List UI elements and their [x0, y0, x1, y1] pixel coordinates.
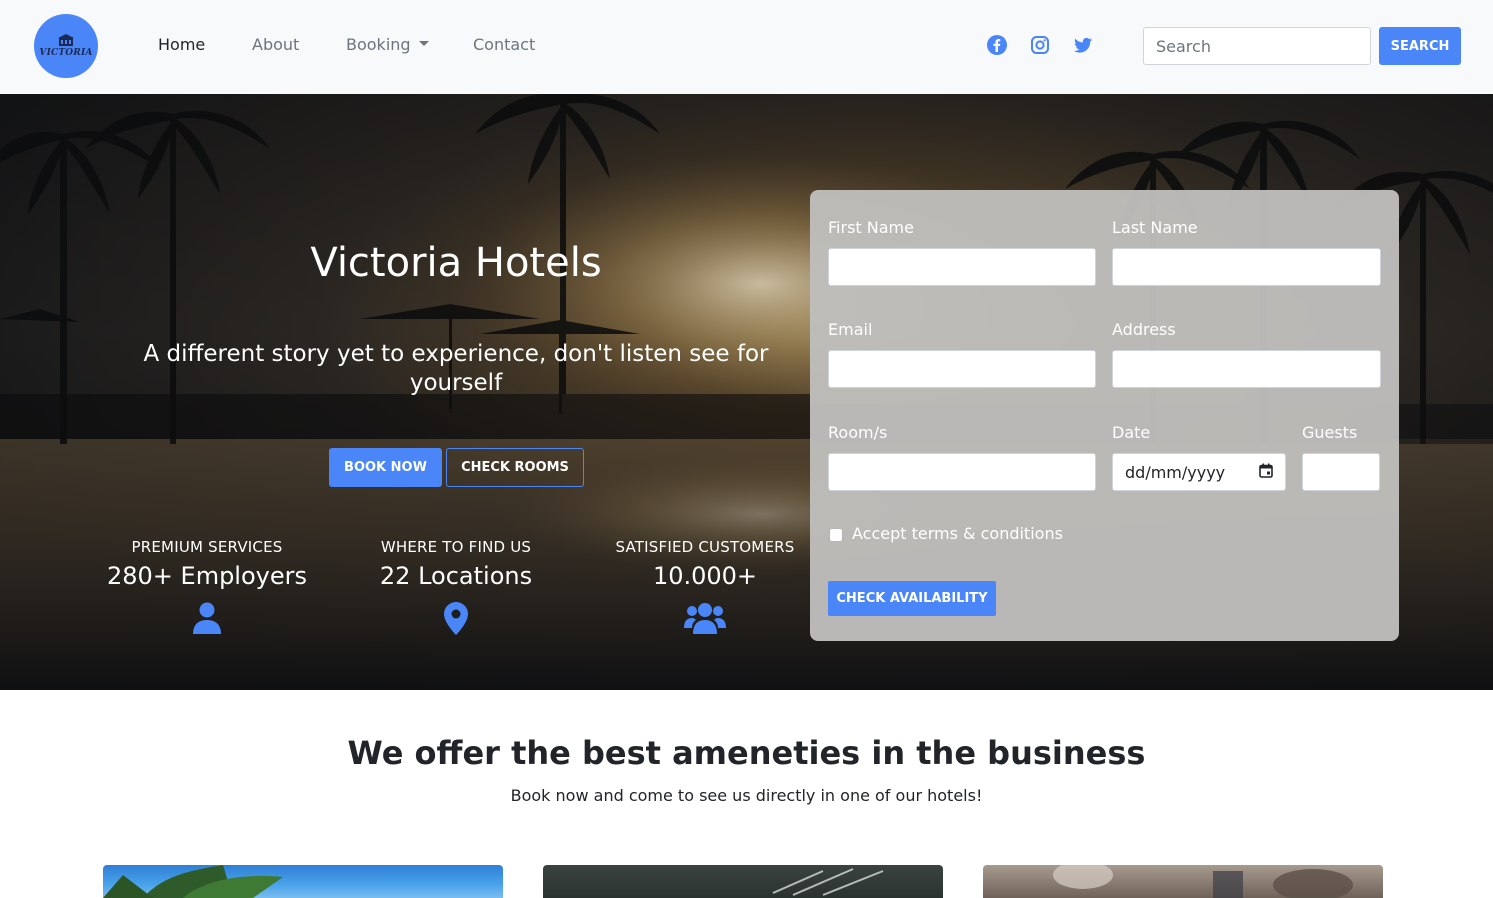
- instagram-icon[interactable]: [1030, 35, 1050, 55]
- terms-checkbox[interactable]: [829, 528, 843, 542]
- last-name-field[interactable]: [1112, 248, 1381, 286]
- stat-value: 10.000+: [652, 562, 758, 590]
- stat-label: PREMIUM SERVICES: [131, 538, 283, 556]
- last-name-label: Last Name: [1112, 218, 1198, 237]
- search-input[interactable]: [1143, 27, 1371, 65]
- stat-value: 280+ Employers: [106, 562, 307, 590]
- amenities-subtitle: Book now and come to see us directly in …: [510, 786, 983, 805]
- email-field[interactable]: [828, 350, 1096, 388]
- navbar: VICTORIA Home About Booking Contact SEAR…: [0, 0, 1493, 94]
- nav-booking-label: Booking: [346, 35, 411, 54]
- email-label: Email: [828, 320, 873, 339]
- logo-text: VICTORIA: [39, 48, 93, 58]
- terms-label[interactable]: Accept terms & conditions: [852, 524, 1063, 543]
- amenity-card-image-pool[interactable]: [103, 865, 503, 898]
- map-marker-icon: [336, 602, 576, 635]
- hero-section: Victoria Hotels A different story yet to…: [0, 94, 1493, 690]
- amenities-title: We offer the best ameneties in the busin…: [347, 734, 1146, 772]
- stat-label: SATISFIED CUSTOMERS: [615, 538, 795, 556]
- calendar-icon[interactable]: [1259, 463, 1273, 482]
- hero-subtitle: A different story yet to experience, don…: [143, 341, 769, 396]
- date-label: Date: [1112, 423, 1151, 442]
- check-rooms-button[interactable]: CHECK ROOMS: [446, 448, 584, 487]
- hero-title: Victoria Hotels: [310, 240, 602, 286]
- stat-label: WHERE TO FIND US: [380, 538, 532, 556]
- nav-home[interactable]: Home: [158, 35, 205, 54]
- amenity-card-image-lobby[interactable]: [543, 865, 943, 898]
- date-placeholder: dd/mm/yyyy: [1125, 462, 1226, 482]
- rooms-label: Room/s: [828, 423, 888, 442]
- date-field[interactable]: dd/mm/yyyy: [1112, 453, 1286, 491]
- booking-form: First Name Last Name Email Address Room/…: [810, 190, 1399, 641]
- first-name-label: First Name: [828, 218, 914, 237]
- address-label: Address: [1112, 320, 1176, 339]
- user-icon: [87, 602, 327, 634]
- stat-customers: SATISFIED CUSTOMERS 10.000+: [585, 538, 825, 634]
- guests-field[interactable]: [1302, 453, 1380, 491]
- twitter-icon[interactable]: [1073, 35, 1093, 55]
- rooms-field[interactable]: [828, 453, 1096, 491]
- stat-premium-services: PREMIUM SERVICES 280+ Employers: [87, 538, 327, 634]
- nav-about[interactable]: About: [252, 35, 299, 54]
- users-icon: [585, 602, 825, 634]
- guests-label: Guests: [1302, 423, 1358, 442]
- nav-contact[interactable]: Contact: [473, 35, 535, 54]
- nav-booking-dropdown[interactable]: Booking: [346, 35, 429, 54]
- facebook-icon[interactable]: [987, 35, 1007, 55]
- chevron-down-icon: [418, 41, 429, 46]
- stat-value: 22 Locations: [379, 562, 533, 590]
- address-field[interactable]: [1112, 350, 1381, 388]
- book-now-button[interactable]: BOOK NOW: [329, 448, 442, 487]
- check-availability-button[interactable]: CHECK AVAILABILITY: [828, 581, 996, 616]
- first-name-field[interactable]: [828, 248, 1096, 286]
- hotel-building-icon: [58, 34, 74, 46]
- amenity-card-image-restaurant[interactable]: [983, 865, 1383, 898]
- stat-locations: WHERE TO FIND US 22 Locations: [336, 538, 576, 635]
- search-button[interactable]: SEARCH: [1379, 27, 1461, 65]
- brand-logo[interactable]: VICTORIA: [34, 14, 98, 78]
